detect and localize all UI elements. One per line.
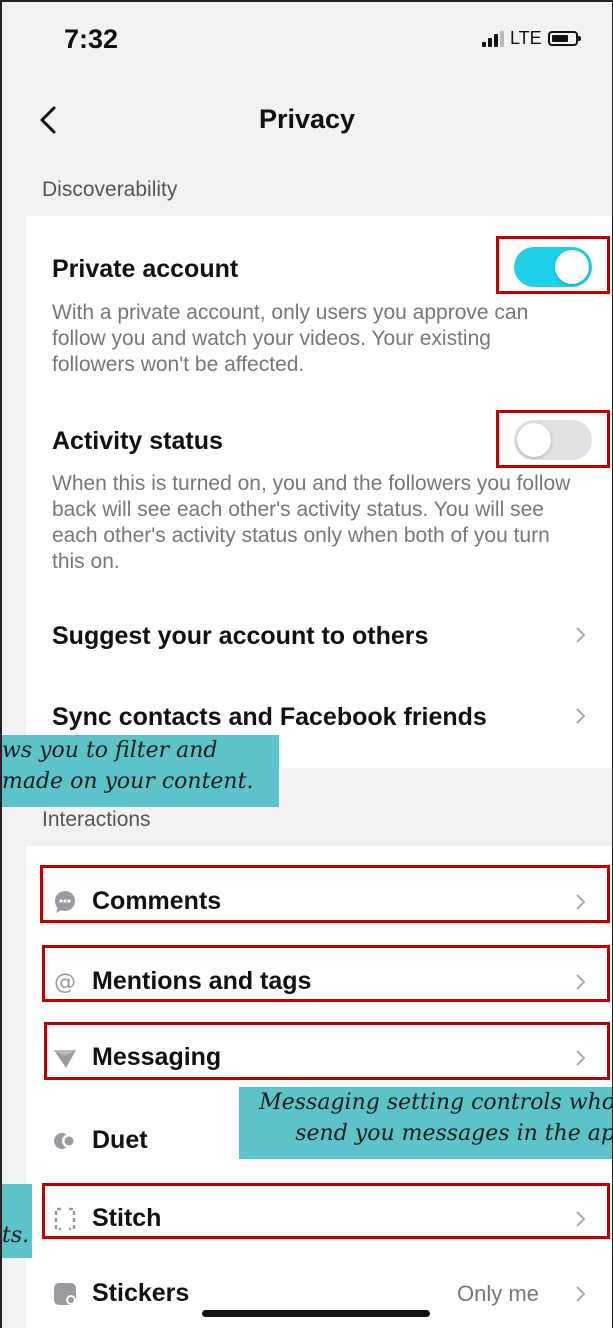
duet-icon	[52, 1128, 78, 1154]
highlight-private-toggle	[496, 236, 610, 294]
status-time: 7:32	[64, 24, 119, 54]
callout-messaging-line1: Messaging setting controls who	[259, 1090, 613, 1115]
status-indicators: LTE	[482, 28, 581, 49]
signal-icon	[482, 30, 504, 47]
activity-status-title: Activity status	[52, 427, 223, 455]
callout-comments-line1: ws you to filter and	[2, 738, 218, 763]
highlight-messaging	[44, 1022, 610, 1080]
chevron-right-icon	[574, 622, 588, 648]
stickers-row[interactable]: Stickers	[92, 1279, 189, 1308]
sync-contacts-row[interactable]: Sync contacts and Facebook friends	[52, 703, 487, 732]
suggest-account-row[interactable]: Suggest your account to others	[52, 622, 428, 651]
page-title: Privacy	[258, 104, 356, 134]
private-account-description: With a private account, only users you a…	[52, 301, 529, 376]
stickers-value: Only me	[457, 1281, 539, 1306]
duet-row[interactable]: Duet	[92, 1126, 148, 1155]
callout-messaging-line2: send you messages in the ap	[295, 1121, 613, 1146]
network-label: LTE	[510, 28, 542, 48]
callout-stitch-line1: ts.	[2, 1223, 30, 1248]
callout-comments: ws you to filter and made on your conten…	[2, 735, 279, 807]
highlight-comments	[40, 865, 610, 923]
private-account-title: Private account	[52, 255, 239, 283]
section-label-discoverability: Discoverability	[42, 178, 178, 201]
activity-status-description: When this is turned on, you and the foll…	[52, 472, 571, 573]
highlight-activity-toggle	[496, 410, 610, 468]
callout-stitch: ts.	[2, 1184, 32, 1258]
sticker-icon	[52, 1281, 78, 1307]
callout-comments-line2: made on your content.	[2, 769, 254, 794]
chevron-right-icon	[574, 1281, 588, 1307]
highlight-mentions	[42, 945, 610, 1002]
battery-icon	[547, 31, 581, 46]
section-label-interactions: Interactions	[42, 808, 151, 831]
home-indicator	[202, 1310, 430, 1317]
phone-frame: 7:32 LTE Privacy Discoverability Private…	[0, 0, 613, 1328]
chevron-right-icon	[574, 703, 588, 729]
highlight-stitch	[42, 1183, 610, 1239]
status-bar: 7:32 LTE	[2, 2, 612, 82]
nav-header: Privacy	[2, 82, 612, 162]
callout-messaging: Messaging setting controls who send you …	[239, 1087, 613, 1159]
